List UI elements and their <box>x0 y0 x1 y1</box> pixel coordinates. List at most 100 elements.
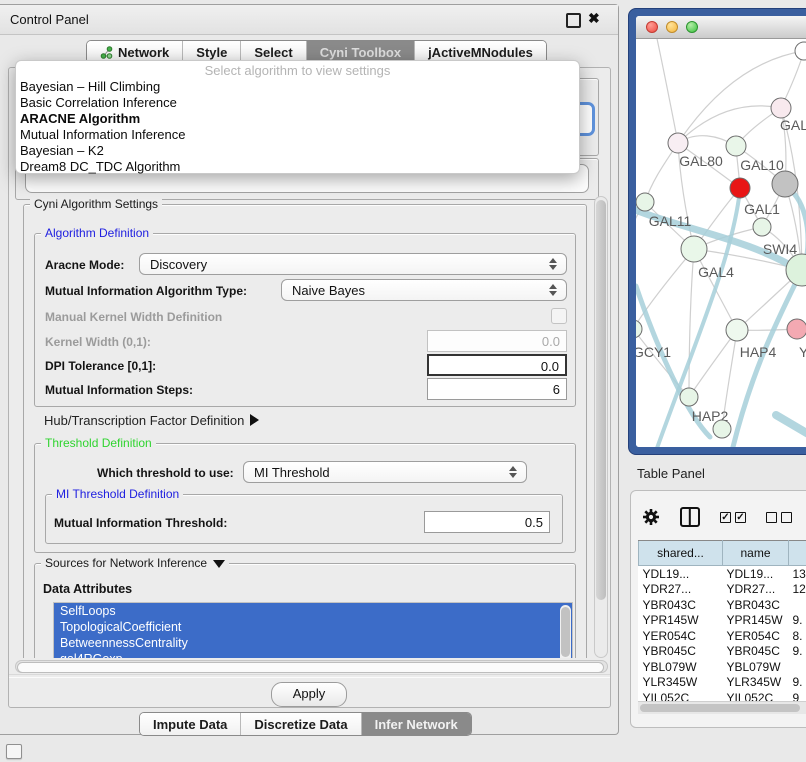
tab-label: Infer Network <box>375 717 458 732</box>
network-node-y[interactable] <box>787 319 806 339</box>
table-cell: YER054C <box>639 628 723 644</box>
apply-button[interactable]: Apply <box>271 682 347 707</box>
tab-label: Discretize Data <box>254 717 347 732</box>
table-row[interactable]: YDR27...YDR27...12 <box>639 582 806 598</box>
network-node-gal11[interactable] <box>636 193 654 211</box>
algorithm-definition-title: Algorithm Definition <box>41 226 153 240</box>
network-icon <box>100 46 113 59</box>
network-node[interactable] <box>713 420 731 438</box>
minimize-traffic-light-icon[interactable] <box>666 21 678 33</box>
algorithm-option[interactable]: Bayesian – Hill Climbing <box>16 79 579 95</box>
node-label: HAP4 <box>740 344 777 360</box>
tab-label: Select <box>254 45 292 60</box>
tab-label: Impute Data <box>153 717 227 732</box>
column-header[interactable]: shared... <box>639 541 723 566</box>
close-window-icon[interactable]: ✖ <box>588 10 600 27</box>
algorithm-option[interactable]: Bayesian – K2 <box>16 143 579 159</box>
mi-threshold-groupbox: MI Threshold Definition Mutual Informati… <box>45 494 563 544</box>
network-view-window[interactable]: GALGAL80GAL10GAL1SWI4GAL11GAL4GCY1HAP4YH… <box>628 8 806 455</box>
table-row[interactable]: YBL079WYBL079W <box>639 659 806 675</box>
network-node-gal80[interactable] <box>668 133 688 153</box>
network-node-gal4[interactable] <box>681 236 707 262</box>
settings-vertical-scrollbar[interactable] <box>594 196 608 658</box>
tab-infer-network[interactable]: Infer Network <box>362 713 471 735</box>
cyni-algorithm-settings-groupbox: Cyni Algorithm Settings Algorithm Defini… <box>23 204 587 658</box>
hub-definition-toggle[interactable]: Hub/Transcription Factor Definition <box>44 413 259 428</box>
data-attribute-item[interactable]: SelfLoops <box>54 603 572 619</box>
network-edge[interactable] <box>678 106 781 143</box>
algorithm-option[interactable]: ARACNE Algorithm <box>16 111 579 127</box>
table-row[interactable]: YBR045CYBR045C9. <box>639 644 806 660</box>
table-header-row[interactable]: shared...nameA <box>639 541 806 566</box>
mi-threshold-field[interactable]: 0.5 <box>424 511 550 533</box>
zoom-traffic-light-icon[interactable] <box>686 21 698 33</box>
table-row[interactable]: YPR145WYPR145W9. <box>639 613 806 629</box>
network-node-gal[interactable] <box>771 98 791 118</box>
algorithm-option[interactable]: Dream8 DC_TDC Algorithm <box>16 159 579 175</box>
network-node[interactable] <box>795 42 806 60</box>
column-header[interactable]: A <box>789 541 806 566</box>
network-node-swi4[interactable] <box>753 218 771 236</box>
sources-title[interactable]: Sources for Network Inference <box>41 556 229 570</box>
table-cell: 9. <box>789 675 806 691</box>
column-header[interactable]: name <box>723 541 789 566</box>
mi-steps-field[interactable]: 6 <box>427 378 567 400</box>
which-threshold-value: MI Threshold <box>244 465 504 480</box>
control-panel-titlebar: Control Panel ✖ <box>0 5 618 35</box>
which-threshold-combobox[interactable]: MI Threshold <box>243 461 527 483</box>
table-row[interactable]: YER054CYER054C8. <box>639 628 806 644</box>
data-attribute-item[interactable]: gal4RGexp <box>54 651 572 658</box>
data-attribute-item[interactable]: TopologicalCoefficient <box>54 619 572 635</box>
network-canvas-svg[interactable]: GALGAL80GAL10GAL1SWI4GAL11GAL4GCY1HAP4YH… <box>636 39 806 447</box>
deselect-all-icon[interactable] <box>766 512 792 523</box>
network-node-hap2[interactable] <box>680 388 698 406</box>
network-node-gal10[interactable] <box>726 136 746 156</box>
close-traffic-light-icon[interactable] <box>646 21 658 33</box>
network-edge-thick[interactable] <box>776 415 806 435</box>
float-window-icon[interactable] <box>566 13 581 28</box>
network-node[interactable] <box>772 171 798 197</box>
dpi-tolerance-field[interactable]: 0.0 <box>427 354 567 376</box>
table-row[interactable]: YLR345WYLR345W9. <box>639 675 806 691</box>
gear-icon[interactable] <box>642 508 660 526</box>
threshold-definition-title: Threshold Definition <box>41 436 156 450</box>
table-cell <box>789 659 806 675</box>
node-label: GAL11 <box>649 213 692 229</box>
network-node-gcy1[interactable] <box>636 320 642 338</box>
show-columns-icon[interactable] <box>680 507 700 527</box>
tab-impute-data[interactable]: Impute Data <box>140 713 241 735</box>
network-edge[interactable] <box>656 39 678 143</box>
tab-label: Network <box>118 45 169 60</box>
table-cell: YBR045C <box>723 644 789 660</box>
table-row[interactable]: YDL19...YDL19...13 <box>639 566 806 582</box>
network-edge[interactable] <box>689 249 694 397</box>
algorithm-option[interactable]: Basic Correlation Inference <box>16 95 579 111</box>
data-attributes-list[interactable]: SelfLoopsTopologicalCoefficientBetweenne… <box>53 602 573 658</box>
network-window-titlebar[interactable] <box>636 16 806 39</box>
mi-type-combobox[interactable]: Naive Bayes <box>281 279 567 301</box>
node-label: GAL1 <box>744 201 780 217</box>
network-node-gal1[interactable] <box>730 178 750 198</box>
data-attribute-item[interactable]: BetweennessCentrality <box>54 635 572 651</box>
select-all-icon[interactable]: ✓✓ <box>720 512 746 523</box>
algorithm-option[interactable]: Mutual Information Inference <box>16 127 579 143</box>
table-horizontal-scrollbar[interactable] <box>638 701 806 714</box>
popup-header: Select algorithm to view settings <box>16 63 579 79</box>
settings-horizontal-scrollbar[interactable] <box>15 660 608 673</box>
bottom-tab-bar: Impute Data Discretize Data Infer Network <box>139 712 472 736</box>
manual-kernel-checkbox[interactable] <box>551 308 567 324</box>
settings-scroll-area: Cyni Algorithm Settings Algorithm Defini… <box>15 196 593 658</box>
aracne-mode-combobox[interactable]: Discovery <box>139 253 567 275</box>
table-cell: YDL19... <box>639 566 723 582</box>
kernel-width-field[interactable]: 0.0 <box>427 330 567 352</box>
table-cell: 12 <box>789 582 806 598</box>
table-cell: 8. <box>789 628 806 644</box>
table-cell: 13 <box>789 566 806 582</box>
list-scrollbar[interactable] <box>560 605 571 658</box>
network-node-hap4[interactable] <box>726 319 748 341</box>
algorithm-definition-groupbox: Algorithm Definition Aracne Mode: Discov… <box>34 233 576 407</box>
minimized-panel-icon[interactable] <box>6 744 22 759</box>
node-label: GCY1 <box>636 344 671 360</box>
table-row[interactable]: YBR043CYBR043C <box>639 597 806 613</box>
tab-discretize-data[interactable]: Discretize Data <box>241 713 361 735</box>
